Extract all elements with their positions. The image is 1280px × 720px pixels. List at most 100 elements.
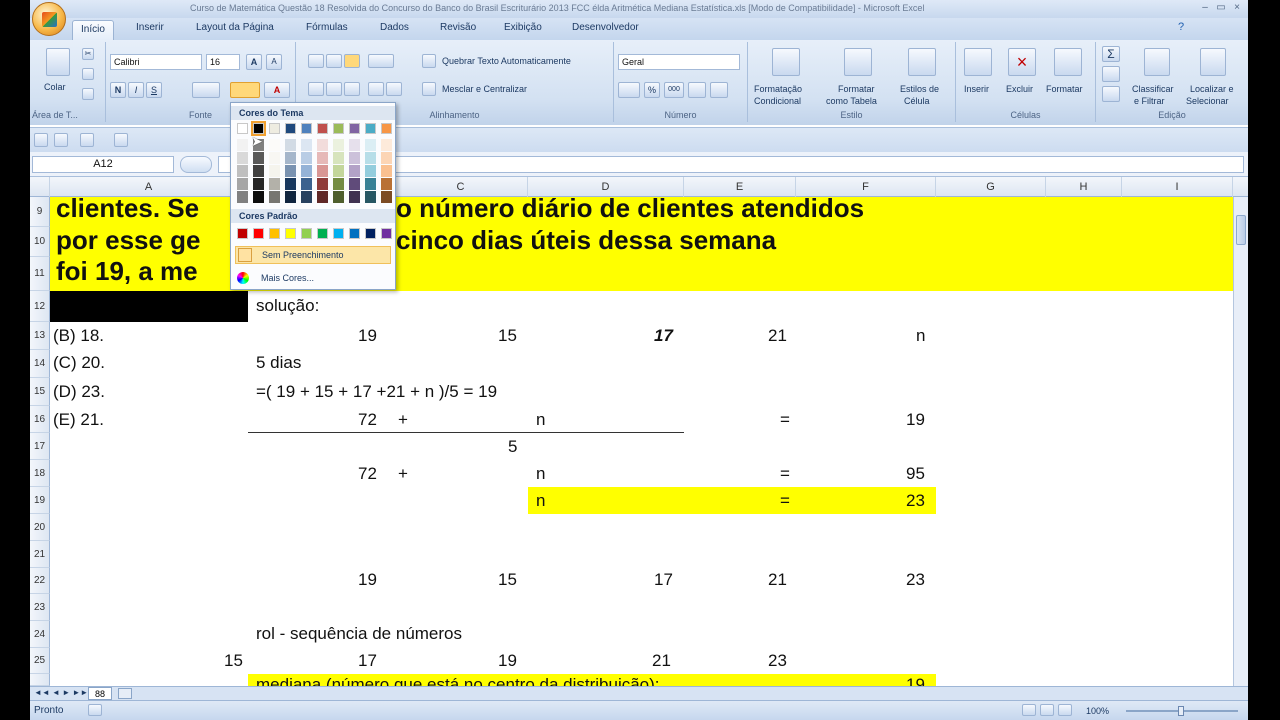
standard-color-swatch[interactable] (301, 228, 312, 239)
increase-indent-icon[interactable] (386, 82, 402, 96)
copy-icon[interactable] (82, 68, 94, 80)
shrink-font-icon[interactable]: A (266, 54, 282, 70)
theme-shade-swatch[interactable] (269, 139, 280, 151)
theme-shade-swatch[interactable] (301, 178, 312, 190)
find-select-line1[interactable]: Localizar e (1190, 84, 1234, 94)
theme-color-swatch[interactable] (349, 123, 360, 134)
theme-shade-swatch[interactable] (237, 152, 248, 164)
tab-exibicao[interactable]: Exibição (504, 22, 542, 33)
bold-icon[interactable]: N (110, 82, 126, 98)
paste-icon[interactable] (46, 48, 70, 76)
sheet-tab[interactable]: 88 (88, 687, 113, 700)
theme-shade-swatch[interactable] (253, 165, 264, 177)
row-header[interactable]: 17 (30, 433, 50, 460)
tab-inserir[interactable]: Inserir (136, 22, 164, 33)
row-header[interactable]: 18 (30, 460, 50, 487)
zoom-level[interactable]: 100% (1086, 706, 1109, 716)
row-header[interactable]: 25 (30, 648, 50, 674)
standard-color-swatch[interactable] (237, 228, 248, 239)
theme-shade-swatch[interactable] (237, 165, 248, 177)
theme-shade-swatch[interactable] (317, 139, 328, 151)
theme-shade-swatch[interactable] (285, 178, 296, 190)
theme-shade-swatch[interactable] (349, 191, 360, 203)
theme-shade-swatch[interactable] (269, 178, 280, 190)
theme-shade-swatch[interactable] (381, 152, 392, 164)
theme-shade-swatch[interactable] (349, 165, 360, 177)
save-icon[interactable] (34, 133, 48, 147)
format-painter-icon[interactable] (82, 88, 94, 100)
theme-shade-swatch[interactable] (285, 152, 296, 164)
align-right-icon[interactable] (344, 82, 360, 96)
theme-shade-swatch[interactable] (285, 139, 296, 151)
select-all-corner[interactable] (30, 177, 50, 197)
theme-shade-swatch[interactable] (333, 139, 344, 151)
theme-color-swatch[interactable] (301, 123, 312, 134)
theme-shade-swatch[interactable] (237, 191, 248, 203)
format-button[interactable]: Formatar (1046, 84, 1083, 94)
standard-color-swatch[interactable] (349, 228, 360, 239)
row-header[interactable]: 19 (30, 487, 50, 514)
italic-icon[interactable]: I (128, 82, 144, 98)
tab-desenvolvedor[interactable]: Desenvolvedor (572, 22, 639, 33)
col-header-i[interactable]: I (1122, 177, 1233, 197)
theme-shade-swatch[interactable] (333, 152, 344, 164)
no-fill-item[interactable]: Sem Preenchimento (235, 246, 391, 264)
orientation-icon[interactable] (368, 54, 394, 68)
cell-styles-line2[interactable]: Célula (904, 96, 930, 106)
row-header[interactable]: 10 (30, 227, 50, 257)
row-header[interactable]: 24 (30, 621, 50, 648)
tab-layout[interactable]: Layout da Página (196, 22, 274, 33)
align-center-icon[interactable] (326, 82, 342, 96)
row-header-partial[interactable] (30, 674, 50, 686)
theme-shade-swatch[interactable] (365, 165, 376, 177)
theme-shade-swatch[interactable] (285, 165, 296, 177)
theme-color-swatch[interactable] (333, 123, 344, 134)
cut-icon[interactable]: ✂ (82, 48, 94, 60)
theme-shade-swatch[interactable] (365, 178, 376, 190)
row-header[interactable]: 12 (30, 291, 50, 322)
align-middle-icon[interactable] (326, 54, 342, 68)
number-format-combo[interactable]: Geral (618, 54, 740, 70)
row-header[interactable]: 21 (30, 541, 50, 568)
delete-button[interactable]: Excluir (1006, 84, 1033, 94)
page-layout-view-icon[interactable] (1040, 704, 1054, 716)
theme-shade-swatch[interactable] (253, 191, 264, 203)
comma-style-icon[interactable]: 000 (664, 82, 684, 98)
theme-shade-swatch[interactable] (301, 139, 312, 151)
page-break-view-icon[interactable] (1058, 704, 1072, 716)
theme-shade-swatch[interactable] (381, 165, 392, 177)
theme-shade-swatch[interactable] (269, 165, 280, 177)
tab-dados[interactable]: Dados (380, 22, 409, 33)
theme-shade-swatch[interactable] (349, 152, 360, 164)
align-left-icon[interactable] (308, 82, 324, 96)
zoom-thumb[interactable] (1178, 706, 1184, 716)
theme-color-swatch[interactable] (381, 123, 392, 134)
currency-icon[interactable] (618, 82, 640, 98)
standard-color-swatch[interactable] (381, 228, 392, 239)
tab-formulas[interactable]: Fórmulas (306, 22, 348, 33)
row-header[interactable]: 14 (30, 350, 50, 378)
theme-shade-swatch[interactable] (381, 178, 392, 190)
print-preview-icon[interactable] (114, 133, 128, 147)
theme-shade-swatch[interactable] (317, 191, 328, 203)
scroll-thumb[interactable] (1236, 215, 1246, 245)
undo-icon[interactable] (54, 133, 68, 147)
sort-filter-line1[interactable]: Classificar (1132, 84, 1174, 94)
more-colors-item[interactable]: Mais Cores... (235, 269, 391, 287)
row-header[interactable]: 22 (30, 568, 50, 594)
col-header-h[interactable]: H (1046, 177, 1122, 197)
theme-shade-swatch[interactable] (317, 152, 328, 164)
decrease-indent-icon[interactable] (368, 82, 384, 96)
zoom-slider[interactable] (1126, 706, 1238, 716)
theme-shade-swatch[interactable] (349, 139, 360, 151)
borders-icon[interactable] (192, 82, 220, 98)
align-top-icon[interactable] (308, 54, 324, 68)
theme-shade-swatch[interactable] (253, 152, 264, 164)
grow-font-icon[interactable]: A (246, 54, 262, 70)
fill-color-icon[interactable] (230, 82, 260, 98)
row-header[interactable]: 23 (30, 594, 50, 621)
font-color-icon[interactable]: A (264, 82, 290, 98)
font-name-combo[interactable]: Calibri (110, 54, 202, 70)
macro-record-icon[interactable] (88, 704, 102, 716)
theme-shade-swatch[interactable] (237, 178, 248, 190)
